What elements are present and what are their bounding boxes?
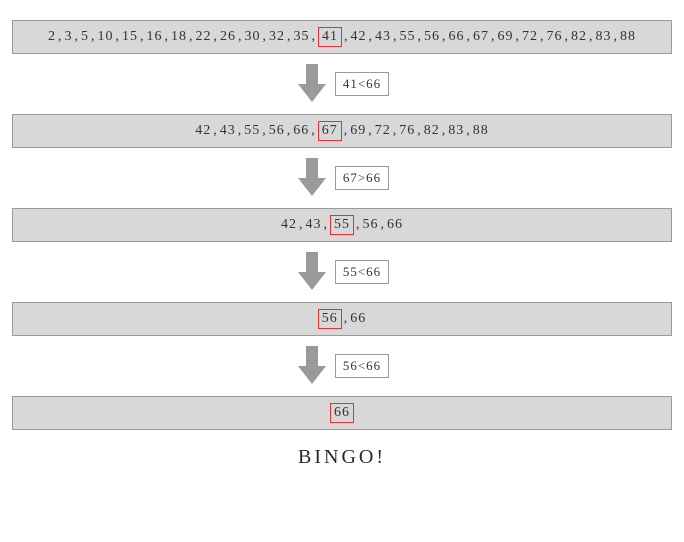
step-box-1: 42,43,55,56,66,67,69,72,76,82,83,88	[12, 114, 672, 148]
number-value: 18	[170, 29, 188, 45]
number-value: 72	[374, 123, 392, 139]
number-value: 32	[268, 29, 286, 45]
step-box-4: 66	[12, 396, 672, 430]
number-value: 66	[448, 29, 466, 45]
highlighted-number: 55	[330, 215, 354, 235]
highlighted-number: 67	[318, 121, 342, 141]
number-value: 42	[194, 123, 212, 139]
down-arrow-icon	[295, 344, 329, 388]
number-list: 2,3,5,10,15,16,18,22,26,30,32,35,41,42,4…	[47, 27, 637, 47]
comma: ,	[323, 217, 330, 233]
number-value: 55	[399, 29, 417, 45]
number-value: 76	[398, 123, 416, 139]
number-value: 88	[472, 123, 490, 139]
number-value: 69	[349, 123, 367, 139]
step-box-0: 2,3,5,10,15,16,18,22,26,30,32,35,41,42,4…	[12, 20, 672, 54]
number-value: 43	[374, 29, 392, 45]
number-value: 56	[362, 217, 380, 233]
number-value: 66	[349, 311, 367, 327]
number-value: 16	[146, 29, 164, 45]
step-box-2: 42,43,55,56,66	[12, 208, 672, 242]
arrow-row-2: 55<66	[12, 250, 672, 294]
arrow-row-0: 41<66	[12, 62, 672, 106]
number-value: 10	[97, 29, 115, 45]
number-value: 43	[219, 123, 237, 139]
number-list: 42,43,55,56,66	[280, 215, 404, 235]
number-value: 82	[570, 29, 588, 45]
number-value: 67	[472, 29, 490, 45]
number-list: 42,43,55,56,66,67,69,72,76,82,83,88	[194, 121, 490, 141]
highlighted-number: 66	[330, 403, 354, 423]
number-value: 43	[305, 217, 323, 233]
number-value: 66	[292, 123, 310, 139]
number-value: 66	[386, 217, 404, 233]
comma: ,	[311, 29, 318, 45]
number-value: 35	[293, 29, 311, 45]
step-box-3: 56,66	[12, 302, 672, 336]
arrow-row-1: 67>66	[12, 156, 672, 200]
comparison-label: 55<66	[335, 260, 389, 284]
comparison-label: 41<66	[335, 72, 389, 96]
number-value: 42	[280, 217, 298, 233]
down-arrow-icon	[295, 156, 329, 200]
number-value: 82	[423, 123, 441, 139]
number-value: 26	[219, 29, 237, 45]
number-value: 88	[619, 29, 637, 45]
highlighted-number: 56	[318, 309, 342, 329]
comparison-label: 67>66	[335, 166, 389, 190]
number-value: 15	[121, 29, 139, 45]
number-value: 42	[350, 29, 368, 45]
number-value: 69	[497, 29, 515, 45]
number-value: 30	[244, 29, 262, 45]
number-value: 83	[447, 123, 465, 139]
arrow-row-3: 56<66	[12, 344, 672, 388]
highlighted-number: 41	[318, 27, 342, 47]
number-value: 55	[243, 123, 261, 139]
comma: ,	[310, 123, 317, 139]
number-value: 72	[521, 29, 539, 45]
number-value: 76	[546, 29, 564, 45]
number-list: 56,66	[317, 309, 368, 329]
number-value: 22	[195, 29, 213, 45]
number-value: 2	[47, 29, 57, 45]
number-value: 56	[423, 29, 441, 45]
down-arrow-icon	[295, 62, 329, 106]
number-value: 83	[595, 29, 613, 45]
down-arrow-icon	[295, 250, 329, 294]
number-value: 5	[80, 29, 90, 45]
number-value: 56	[268, 123, 286, 139]
bingo-text: BINGO!	[12, 446, 672, 469]
comparison-label: 56<66	[335, 354, 389, 378]
number-list: 66	[329, 403, 355, 423]
number-value: 3	[64, 29, 74, 45]
